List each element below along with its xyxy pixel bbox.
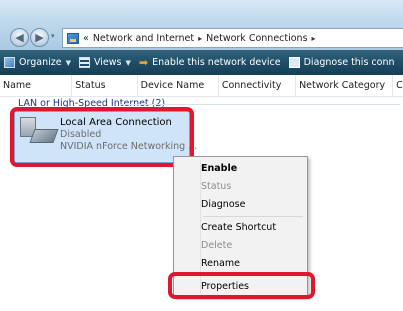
address-bar[interactable]: « Network and Internet ▸ Network Connect…	[62, 28, 403, 48]
network-folder-icon	[67, 32, 79, 44]
recent-pages-dropdown[interactable]: ▾	[51, 33, 57, 40]
status-area	[0, 300, 403, 311]
breadcrumb-separator[interactable]: ▸	[312, 34, 316, 43]
organize-button[interactable]: Organize ▼	[0, 57, 71, 68]
menu-separator	[203, 216, 303, 217]
column-header-network-category[interactable]: Network Category	[296, 75, 394, 96]
diagnose-label: Diagnose this conn	[303, 57, 395, 68]
views-icon	[78, 57, 90, 68]
views-button[interactable]: Views ▼	[78, 57, 131, 68]
group-divider	[120, 104, 400, 105]
diagnose-icon	[288, 57, 300, 68]
enable-device-button[interactable]: ➡ Enable this network device	[139, 57, 281, 68]
menu-item-rename[interactable]: Rename	[201, 258, 240, 269]
breadcrumb-network-and-internet[interactable]: Network and Internet	[93, 33, 194, 44]
address-overflow[interactable]: «	[83, 33, 89, 44]
menu-item-delete[interactable]: Delete	[201, 240, 232, 251]
menu-item-enable[interactable]: Enable	[201, 163, 237, 174]
chevron-down-icon: ▼	[65, 58, 71, 67]
network-connections-window: ◀ ▶ ▾ « Network and Internet ▸ Network C…	[0, 0, 403, 311]
title-bar: ◀ ▶ ▾ « Network and Internet ▸ Network C…	[0, 0, 403, 50]
chevron-down-icon: ▼	[125, 58, 131, 67]
highlight-box-connection	[10, 107, 194, 167]
diagnose-button[interactable]: Diagnose this conn	[288, 57, 395, 68]
enable-arrow-icon: ➡	[138, 56, 149, 69]
column-header-owner[interactable]: C	[393, 75, 403, 96]
back-button[interactable]: ◀	[10, 28, 29, 47]
menu-item-status[interactable]: Status	[201, 181, 231, 192]
back-arrow-icon: ◀	[15, 31, 24, 44]
column-header-row: Name Status Device Name Connectivity Net…	[0, 75, 403, 97]
forward-button[interactable]: ▶	[30, 28, 49, 47]
menu-item-create-shortcut[interactable]: Create Shortcut	[201, 222, 276, 233]
highlight-box-properties	[168, 272, 315, 299]
column-header-name[interactable]: Name	[0, 75, 73, 96]
organize-icon	[4, 57, 15, 68]
views-label: Views	[93, 57, 122, 68]
menu-item-diagnose[interactable]: Diagnose	[201, 199, 245, 210]
enable-device-label: Enable this network device	[152, 57, 281, 68]
forward-arrow-icon: ▶	[35, 31, 44, 44]
organize-label: Organize	[19, 57, 62, 68]
column-header-connectivity[interactable]: Connectivity	[219, 75, 297, 96]
command-toolbar: Organize ▼ Views ▼ ➡ Enable this network…	[0, 50, 403, 75]
breadcrumb-network-connections[interactable]: Network Connections	[206, 33, 307, 44]
column-header-device-name[interactable]: Device Name	[138, 75, 219, 96]
breadcrumb-separator[interactable]: ▸	[198, 34, 202, 43]
column-header-status[interactable]: Status	[72, 75, 138, 96]
